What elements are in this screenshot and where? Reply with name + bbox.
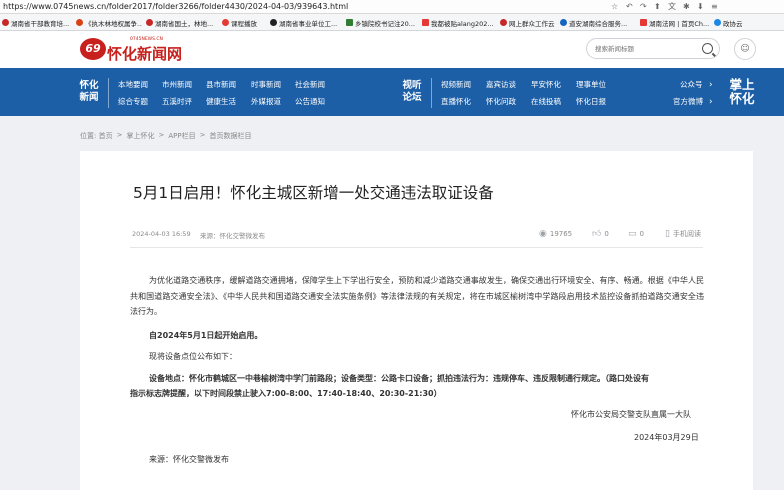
eye-icon: ◉ (539, 228, 547, 239)
article-signature-org: 怀化市公安局交警支队直属一大队 (571, 410, 691, 419)
extensions-icon[interactable]: ✱ (683, 1, 690, 13)
nav-link[interactable]: 在线投稿 (531, 97, 561, 107)
nav-zhang-huaihua[interactable]: 掌上怀化 (725, 78, 759, 106)
breadcrumb-item[interactable]: 掌上怀化 (126, 131, 154, 141)
bookmark-item[interactable]: 政协云 (714, 16, 764, 29)
article-footer-source: 来源：怀化交警微发布 (149, 455, 229, 464)
translate-icon[interactable]: 文 (668, 1, 676, 13)
bookmark-item[interactable]: 道安湖南综合服务... (560, 16, 634, 29)
nav-link[interactable]: 外媒报道 (251, 97, 281, 107)
url-text[interactable]: https://www.0745news.cn/folder2017/folde… (3, 1, 348, 13)
bookmark-favicon-icon (76, 19, 83, 26)
bookmark-item[interactable]: 课程播放 (222, 16, 266, 29)
bookmark-favicon-icon (714, 19, 721, 26)
bookmark-favicon-icon (640, 19, 647, 26)
nav-link[interactable]: 健康生活 (206, 97, 236, 107)
like-button[interactable]: 👍︎ 0 (592, 227, 609, 240)
nav-divider (108, 78, 109, 108)
bookmark-item[interactable]: 湖南省干部教育培... (2, 16, 72, 29)
breadcrumb-item[interactable]: 首页数据栏目 (209, 131, 251, 141)
nav-weibo-link[interactable]: 官方微博 (673, 97, 703, 107)
article-signature-date: 2024年03月29日 (634, 433, 699, 442)
nav-link[interactable]: 综合专题 (118, 97, 148, 107)
nav-link[interactable]: 嘉宾访谈 (486, 80, 516, 90)
download-icon[interactable]: ⬇ (697, 1, 704, 13)
bookmark-favicon-icon (2, 19, 9, 26)
logo-subtitle: 0745NEWS.CN (130, 37, 163, 42)
main-nav (0, 68, 784, 116)
article-paragraph: 现将设备点位公布如下： (149, 352, 237, 361)
bookmark-favicon-icon (346, 19, 353, 26)
comment-icon: ▭ (628, 228, 637, 239)
article-paragraph-bold: 指示标志牌提醒，以下时间段禁止驶入7:00-8:00、17:40-18:40、2… (130, 389, 442, 398)
nav-link[interactable]: 理事单位 (576, 80, 606, 90)
nav-section-news[interactable]: 怀化新闻 (78, 80, 100, 104)
forward-icon[interactable]: ↷ (640, 1, 647, 13)
bookmark-item[interactable]: 《执木林地权属争... (76, 16, 142, 29)
breadcrumb-item[interactable]: APP栏目 (168, 131, 195, 141)
breadcrumb-separator: > (199, 131, 206, 139)
bookmark-item[interactable]: 湖南省国土，林地... (146, 16, 216, 29)
article-date: 2024-04-03 16:59 (132, 230, 191, 238)
star-icon[interactable]: ☆ (611, 1, 618, 13)
bookmark-item[interactable]: 我都被贴alang202... (422, 16, 496, 29)
nav-divider (431, 78, 432, 108)
search-input[interactable] (595, 43, 695, 55)
article-title: 5月1日启用！怀化主城区新增一处交通违法取证设备 (133, 184, 494, 202)
nav-section-forum[interactable]: 视听论坛 (401, 80, 423, 104)
nav-link[interactable]: 社会新闻 (295, 80, 325, 90)
nav-wechat-link[interactable]: 公众号 (680, 80, 703, 90)
article-source: 来源：怀化交警微发布 (200, 232, 265, 240)
nav-link[interactable]: 本地要闻 (118, 80, 148, 90)
breadcrumb-separator: > (158, 131, 165, 139)
chevron-right-icon: › (709, 80, 713, 90)
back-icon[interactable]: ↶ (626, 1, 633, 13)
bookmark-favicon-icon (560, 19, 567, 26)
bookmark-item[interactable]: 湖南省事业单位工... (270, 16, 342, 29)
mobile-icon: ▯ (665, 228, 670, 239)
nav-link[interactable]: 县市新闻 (206, 80, 236, 90)
thumbs-up-icon: 👍︎ (592, 228, 602, 239)
bookmark-favicon-icon (500, 19, 507, 26)
nav-link[interactable]: 公告通知 (295, 97, 325, 107)
breadcrumb: 位置: 首页 > 掌上怀化 > APP栏目 > 首页数据栏目 (80, 131, 251, 141)
bookmark-item[interactable]: 乡镇院校书记注20... (346, 16, 418, 29)
breadcrumb-home[interactable]: 位置: 首页 (80, 131, 113, 141)
bookmark-favicon-icon (270, 19, 277, 26)
menu-icon[interactable]: ≡ (711, 1, 718, 13)
nav-link[interactable]: 直播怀化 (441, 97, 471, 107)
mobile-read-button[interactable]: ▯ 手机阅读 (665, 227, 701, 240)
nav-link[interactable]: 时事新闻 (251, 80, 281, 90)
address-bar[interactable]: https://www.0745news.cn/folder2017/folde… (0, 0, 784, 14)
site-logo-text[interactable]: 怀化新闻网 (107, 43, 182, 64)
bookmark-item[interactable]: 湖南法网 | 首页Ch... (640, 16, 710, 29)
user-icon[interactable]: ☺ (734, 38, 756, 60)
bookmark-item[interactable]: 网上群众工作云 (500, 16, 556, 29)
nav-link[interactable]: 视频新闻 (441, 80, 471, 90)
comment-button[interactable]: ▭ 0 (628, 227, 644, 240)
nav-link[interactable]: 市州新闻 (162, 80, 192, 90)
share-icon[interactable]: ⬆ (654, 1, 661, 13)
article-paragraph: 为优化道路交通秩序，缓解道路交通拥堵，保障学生上下学出行安全，预防和减少道路交通… (130, 276, 704, 316)
search-box (586, 38, 720, 59)
article-paragraph-bold: 设备地点：怀化市鹤城区一中巷榆树湾中学门前路段；设备类型：公路卡口设备；抓拍违法… (149, 374, 649, 383)
nav-link[interactable]: 五溪时评 (162, 97, 192, 107)
article-paragraph-bold: 自2024年5月1日起开始启用。 (149, 331, 263, 340)
nav-link[interactable]: 怀化问政 (486, 97, 516, 107)
chevron-right-icon: › (709, 97, 713, 107)
divider (130, 247, 703, 248)
breadcrumb-separator: > (116, 131, 123, 139)
search-icon[interactable] (702, 43, 713, 54)
bookmarks-bar: 湖南省干部教育培... 《执木林地权属争... 湖南省国土，林地... 课程播放… (0, 14, 784, 31)
bookmark-favicon-icon (146, 19, 153, 26)
bookmark-favicon-icon (222, 19, 229, 26)
nav-link[interactable]: 早安怀化 (531, 80, 561, 90)
nav-link[interactable]: 怀化日报 (576, 97, 606, 107)
views-count: ◉ 19765 (539, 228, 573, 239)
logo-icon[interactable]: 69 (80, 38, 106, 60)
bookmark-favicon-icon (422, 19, 429, 26)
